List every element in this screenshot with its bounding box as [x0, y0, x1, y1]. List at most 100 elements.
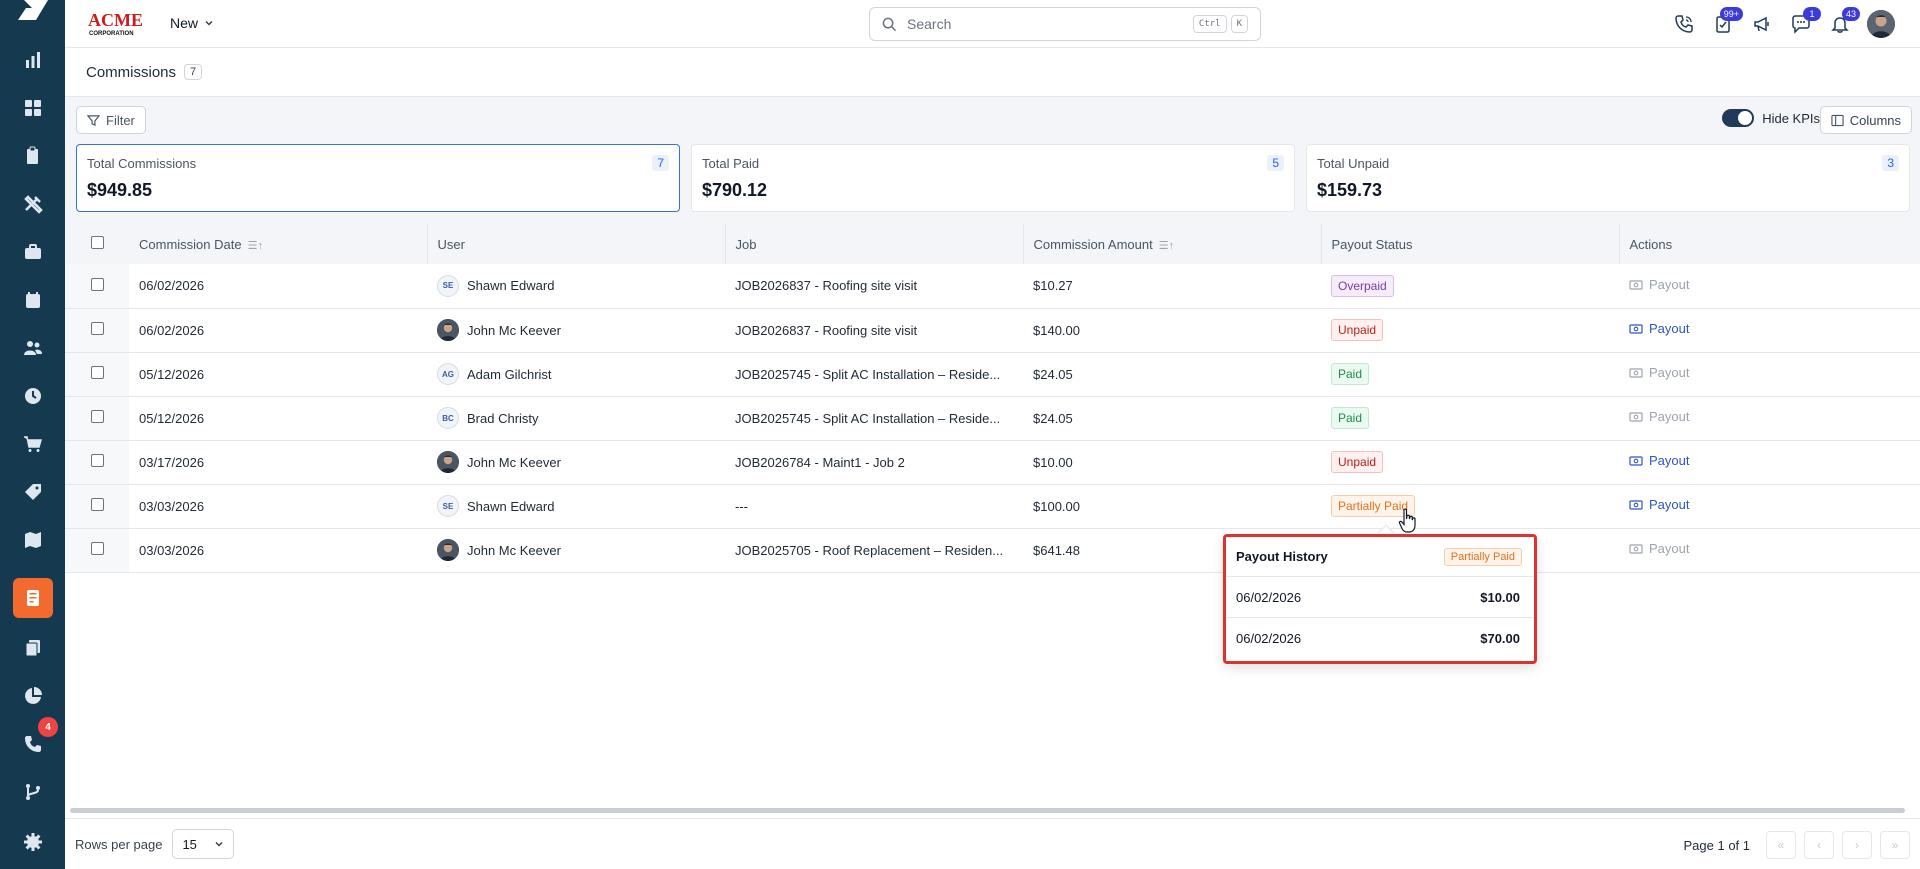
actions-cell: Payout: [1619, 264, 1920, 309]
nav-timesheet-icon[interactable]: [13, 376, 53, 416]
column-label: Job: [735, 236, 757, 252]
commission-date-cell: 03/17/2026: [129, 440, 427, 485]
kpi-total-unpaid[interactable]: Total Unpaid $159.73 3: [1306, 144, 1910, 212]
payout-button[interactable]: Payout: [1629, 409, 1689, 424]
status-badge[interactable]: Paid: [1331, 363, 1370, 385]
payout-button[interactable]: Payout: [1629, 277, 1689, 292]
tasks-icon[interactable]: 99+: [1711, 7, 1743, 36]
row-checkbox[interactable]: [90, 454, 104, 467]
nav-settings-gear-icon[interactable]: [13, 822, 53, 862]
commission-amount-cell: $10.00: [1023, 440, 1321, 485]
nav-dashboard-icon[interactable]: [13, 88, 53, 128]
app-logo-icon[interactable]: [18, 0, 48, 20]
nav-documents-icon[interactable]: [13, 136, 53, 176]
kpi-label: Total Commissions: [87, 156, 197, 171]
notifications-bell-icon[interactable]: 43: [1828, 7, 1860, 36]
payout-amount: $10.00: [1480, 589, 1520, 605]
sidebar: 4: [0, 0, 65, 869]
new-dropdown-button[interactable]: New: [170, 15, 214, 31]
nav-workflow-icon[interactable]: [13, 772, 53, 812]
table-row[interactable]: 03/03/2026 SE Shawn Edward --- $100.00 Pa…: [65, 484, 1920, 529]
kpi-label: Total Paid: [702, 156, 760, 171]
nav-reports-icon[interactable]: [13, 40, 53, 80]
nav-pricing-tag-icon[interactable]: [13, 472, 53, 512]
table-row[interactable]: 06/02/2026 SE Shawn Edward JOB2026837 - R…: [65, 264, 1920, 309]
hide-kpis-label: Hide KPIs: [1762, 110, 1820, 126]
user-name: Shawn Edward: [467, 498, 555, 514]
payout-date: 06/02/2026: [1236, 589, 1302, 605]
rows-per-page-label: Rows per page: [75, 836, 163, 852]
table-row[interactable]: 06/02/2026 John Mc Keever JOB2026837 - R…: [65, 308, 1920, 353]
hide-kpis-toggle[interactable]: [1722, 109, 1755, 127]
payout-label: Payout: [1649, 541, 1690, 557]
filter-button[interactable]: Filter: [76, 106, 146, 134]
nav-jobs-icon[interactable]: [13, 232, 53, 272]
payout-button[interactable]: Payout: [1629, 365, 1689, 380]
nav-calls-icon[interactable]: 4: [13, 717, 58, 764]
kpi-total-paid[interactable]: Total Paid $790.12 5: [691, 144, 1295, 212]
commission-date-cell: 06/02/2026: [129, 308, 427, 353]
horizontal-scrollbar[interactable]: [70, 808, 1905, 813]
column-header-actions: Actions: [1619, 224, 1920, 264]
payout-history-row: 06/02/2026 $70.00: [1226, 618, 1534, 659]
search-input[interactable]: [907, 16, 1189, 32]
table-row[interactable]: 03/17/2026 John Mc Keever JOB2026784 - M…: [65, 440, 1920, 485]
nav-map-icon[interactable]: [13, 520, 53, 560]
payout-button[interactable]: Payout: [1629, 321, 1689, 336]
payout-cash-icon: [1629, 544, 1643, 554]
column-header-job[interactable]: Job: [725, 224, 1024, 264]
select-all-checkbox[interactable]: [90, 236, 104, 249]
payout-button[interactable]: Payout: [1629, 541, 1689, 556]
nav-calendar-icon[interactable]: [13, 280, 53, 320]
nav-files-icon[interactable]: [13, 628, 53, 668]
nav-commissions-icon[interactable]: [13, 578, 53, 618]
kpi-count: 5: [1267, 155, 1284, 171]
row-checkbox[interactable]: [90, 410, 104, 423]
job-cell: JOB2025745 - Split AC Installation – Res…: [725, 352, 1023, 397]
column-header-commission-amount[interactable]: Commission Amount ☰↑: [1023, 224, 1322, 264]
acme-corporation-logo[interactable]: ACME CORPORATION: [87, 9, 149, 37]
row-checkbox[interactable]: [90, 498, 104, 511]
payout-button[interactable]: Payout: [1629, 453, 1689, 468]
row-checkbox[interactable]: [90, 542, 104, 555]
calls-badge: 4: [38, 717, 58, 737]
payout-button[interactable]: Payout: [1629, 497, 1689, 512]
column-header-payout-status[interactable]: Payout Status: [1321, 224, 1620, 264]
column-header-commission-date[interactable]: Commission Date ☰↑: [129, 224, 428, 264]
chevron-down-icon: [205, 20, 213, 26]
search-box[interactable]: Ctrl K: [869, 7, 1261, 41]
columns-button[interactable]: Columns: [1819, 106, 1912, 134]
nav-analytics-pie-icon[interactable]: [13, 676, 53, 716]
table-row[interactable]: 03/03/2026 John Mc Keever JOB2025705 - R…: [65, 528, 1920, 573]
status-badge[interactable]: Overpaid: [1331, 274, 1394, 297]
commission-date-cell: 05/12/2026: [129, 352, 427, 397]
table-row[interactable]: 05/12/2026 BC Brad Christy JOB2025745 - S…: [65, 396, 1920, 441]
nav-customers-icon[interactable]: [13, 328, 53, 368]
table-row[interactable]: 05/12/2026 AG Adam Gilchrist JOB2025745 -…: [65, 352, 1920, 397]
previous-page-button[interactable]: ‹: [1804, 831, 1834, 859]
commission-amount-cell: $100.00: [1023, 484, 1321, 529]
status-badge[interactable]: Unpaid: [1331, 319, 1384, 341]
sort-icon[interactable]: ☰↑: [248, 240, 263, 252]
announcements-megaphone-icon[interactable]: [1750, 12, 1774, 36]
first-page-button[interactable]: «: [1766, 831, 1796, 859]
rows-per-page-select[interactable]: 15: [172, 829, 235, 859]
kpi-value: $949.85: [87, 180, 153, 200]
row-checkbox[interactable]: [90, 366, 104, 379]
row-checkbox[interactable]: [90, 277, 104, 291]
nav-tools-icon[interactable]: [13, 184, 53, 224]
next-page-button[interactable]: ›: [1842, 831, 1872, 859]
column-label: Commission Date: [139, 236, 242, 252]
status-badge[interactable]: Unpaid: [1331, 451, 1384, 473]
nav-cart-icon[interactable]: [13, 424, 53, 464]
payout-cash-icon: [1629, 500, 1643, 510]
column-header-user[interactable]: User: [427, 224, 726, 264]
kpi-total-commissions[interactable]: Total Commissions $949.85 7: [76, 144, 680, 212]
row-checkbox[interactable]: [90, 322, 104, 335]
sort-icon[interactable]: ☰↑: [1159, 240, 1174, 252]
user-avatar[interactable]: [1867, 10, 1895, 38]
status-badge[interactable]: Paid: [1331, 407, 1370, 429]
chat-icon[interactable]: 1: [1789, 7, 1821, 36]
last-page-button[interactable]: »: [1880, 831, 1910, 859]
phone-icon[interactable]: [1672, 12, 1696, 36]
